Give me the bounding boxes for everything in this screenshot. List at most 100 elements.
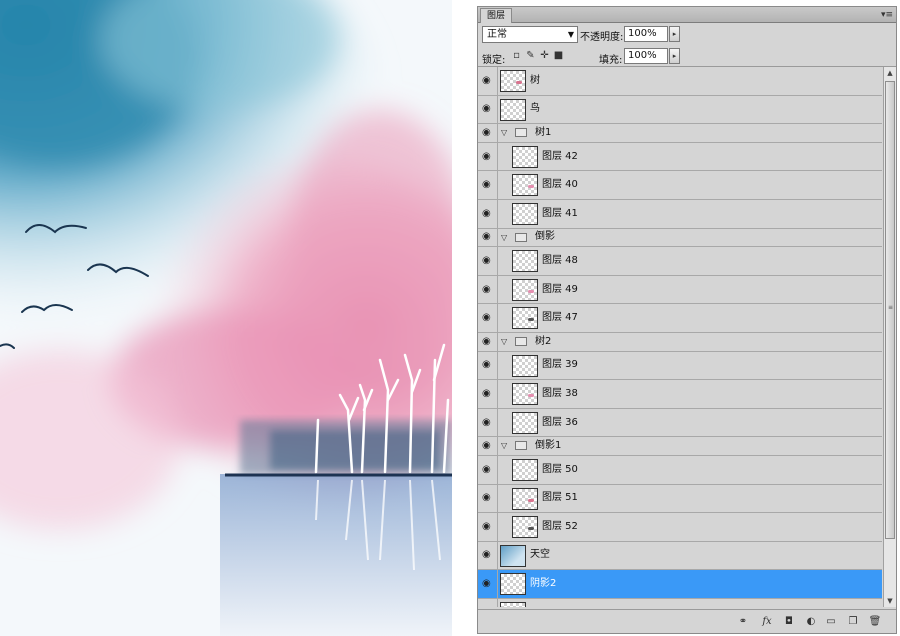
visibility-toggle[interactable]: ◉ (478, 199, 498, 228)
layer-row[interactable]: ◉ 图层 49 (478, 275, 882, 305)
visibility-toggle[interactable]: ◉ (478, 332, 498, 351)
visibility-toggle[interactable]: ◉ (478, 513, 498, 541)
trash-icon[interactable]: 🗑 (868, 615, 882, 629)
layer-name: 倒影1 (535, 440, 562, 452)
layer-row[interactable]: ◉ 图层 41 (478, 199, 882, 229)
eye-icon: ◉ (482, 283, 491, 295)
adjustment-icon[interactable]: ◐ (804, 615, 818, 629)
scroll-thumb[interactable]: ≡ (885, 81, 895, 539)
layer-thumbnail (512, 354, 538, 377)
lock-pixels-icon[interactable]: ✎ (525, 50, 536, 61)
visibility-toggle[interactable]: ◉ (478, 142, 498, 171)
fx-icon[interactable]: fx (760, 615, 774, 629)
new-group-icon[interactable]: ▭ (824, 615, 838, 629)
visibility-toggle[interactable]: ◉ (478, 541, 498, 570)
eye-icon: ◉ (482, 179, 491, 191)
layer-row[interactable]: ◉ 图层 51 (478, 484, 882, 514)
mask-icon[interactable]: ◘ (782, 615, 796, 629)
layer-group-row[interactable]: ◉ ▽ 树2 (478, 332, 882, 352)
layer-row[interactable]: ◉ 树 (478, 67, 882, 96)
visibility-toggle[interactable]: ◉ (478, 484, 498, 513)
layer-row[interactable]: ◉ 图层 48 (478, 247, 882, 276)
layer-thumbnail (512, 145, 538, 168)
link-icon[interactable]: ⚭ (736, 615, 750, 629)
visibility-toggle[interactable]: ◉ (478, 67, 498, 95)
layer-thumbnail (512, 487, 538, 510)
lock-position-icon[interactable]: ✛ (539, 50, 550, 61)
layer-row[interactable]: ◉ 图层 52 (478, 513, 882, 542)
layer-name: 图层 41 (542, 207, 578, 219)
scroll-down-icon[interactable]: ▼ (884, 595, 896, 607)
layer-row[interactable]: ◉ (478, 598, 882, 607)
layer-name: 图层 50 (542, 463, 578, 475)
opacity-label: 不透明度: (580, 32, 624, 43)
layer-row[interactable]: ◉ 图层 38 (478, 380, 882, 409)
opacity-arrow-icon[interactable]: ▸ (669, 26, 680, 42)
layer-row[interactable]: ◉ 天空 (478, 541, 882, 571)
visibility-toggle[interactable]: ◉ (478, 408, 498, 437)
visibility-toggle[interactable]: ◉ (478, 455, 498, 484)
layer-name: 树2 (535, 335, 552, 347)
layer-row[interactable]: ◉ 图层 39 (478, 351, 882, 381)
layer-row[interactable]: ◉ 图层 42 (478, 142, 882, 172)
chevron-down-icon: ▼ (567, 30, 574, 39)
fill-input[interactable]: 100% (624, 48, 668, 64)
layer-thumbnail (512, 250, 538, 273)
layer-name: 图层 36 (542, 416, 578, 428)
eye-icon: ◉ (482, 463, 491, 475)
visibility-toggle[interactable]: ◉ (478, 228, 498, 247)
layer-row[interactable]: ◉ 图层 36 (478, 408, 882, 438)
lock-label: 锁定: (482, 55, 506, 66)
visibility-toggle[interactable]: ◉ (478, 275, 498, 304)
layer-row[interactable]: ◉ 图层 40 (478, 171, 882, 200)
layer-name: 图层 39 (542, 359, 578, 371)
expand-triangle-icon[interactable]: ▽ (501, 441, 507, 451)
expand-triangle-icon[interactable]: ▽ (501, 337, 507, 347)
visibility-toggle[interactable]: ◉ (478, 124, 498, 142)
expand-triangle-icon[interactable]: ▽ (501, 128, 507, 138)
panel-menu-icon[interactable]: ▾≡ (881, 8, 893, 22)
visibility-toggle[interactable]: ◉ (478, 171, 498, 199)
blend-mode-select[interactable]: 正常 ▼ (482, 26, 578, 43)
layer-scrollbar[interactable]: ▲ ≡ ▼ (883, 67, 896, 607)
layer-name: 图层 40 (542, 179, 578, 191)
expand-triangle-icon[interactable]: ▽ (501, 233, 507, 243)
visibility-toggle[interactable]: ◉ (478, 598, 498, 607)
folder-icon (515, 441, 527, 451)
tab-layers[interactable]: 图层 (480, 8, 513, 23)
layer-name: 鸟 (530, 103, 540, 115)
layer-thumbnail (512, 383, 538, 406)
layer-row[interactable]: ◉ 阴影2 (478, 570, 882, 599)
artwork-canvas[interactable] (0, 0, 452, 636)
layer-thumbnail (512, 516, 538, 539)
lock-transparency-icon[interactable]: ▫ (511, 50, 522, 61)
visibility-toggle[interactable]: ◉ (478, 247, 498, 275)
visibility-toggle[interactable]: ◉ (478, 570, 498, 598)
layer-group-row[interactable]: ◉ ▽ 树1 (478, 124, 882, 143)
layer-thumbnail (512, 202, 538, 225)
layer-row[interactable]: ◉ 图层 50 (478, 455, 882, 485)
layer-name: 图层 52 (542, 520, 578, 532)
layer-group-row[interactable]: ◉ ▽ 倒影 (478, 228, 882, 248)
fill-arrow-icon[interactable]: ▸ (669, 48, 680, 64)
visibility-toggle[interactable]: ◉ (478, 95, 498, 124)
eye-icon: ◉ (482, 520, 491, 532)
layer-group-row[interactable]: ◉ ▽ 倒影1 (478, 437, 882, 456)
visibility-toggle[interactable]: ◉ (478, 437, 498, 455)
layer-row[interactable]: ◉ 图层 47 (478, 304, 882, 333)
layer-thumbnail (500, 601, 526, 607)
eye-icon: ◉ (482, 578, 491, 590)
scroll-up-icon[interactable]: ▲ (884, 67, 896, 79)
layer-name: 图层 38 (542, 387, 578, 399)
new-layer-icon[interactable]: ❐ (846, 615, 860, 629)
visibility-toggle[interactable]: ◉ (478, 380, 498, 408)
lock-row: 锁定: ▫ ✎ ✛ ■ 填充: 100% ▸ (478, 45, 896, 67)
layer-row[interactable]: ◉ 鸟 (478, 95, 882, 125)
visibility-toggle[interactable]: ◉ (478, 304, 498, 332)
layer-name: 倒影 (535, 231, 555, 243)
layer-name: 图层 48 (542, 254, 578, 266)
panel-titlebar: 图层 ▾≡ (478, 7, 896, 23)
opacity-input[interactable]: 100% (624, 26, 668, 42)
visibility-toggle[interactable]: ◉ (478, 351, 498, 380)
lock-all-icon[interactable]: ■ (553, 50, 564, 61)
